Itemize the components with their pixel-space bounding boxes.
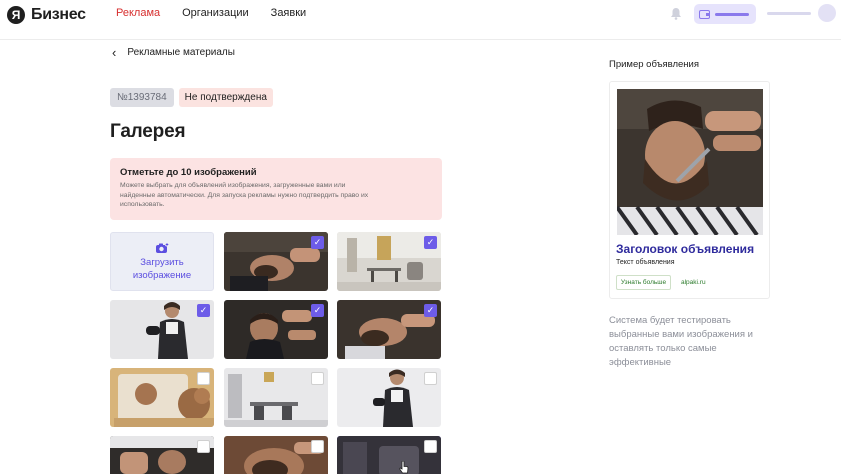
bell-icon[interactable] <box>670 7 682 20</box>
yandex-business-logo[interactable]: Я Бизнес <box>7 6 86 24</box>
hand-cursor-icon <box>399 461 409 474</box>
campaign-id-badge: №1393784 <box>110 88 174 107</box>
wallet-icon <box>699 9 710 19</box>
upload-image-button[interactable]: Загрузить изображение <box>110 232 214 291</box>
logo-text: Бизнес <box>31 6 86 23</box>
upload-label-line1: Загрузить <box>140 256 184 268</box>
top-header: Я Бизнес Реклама Организации Заявки <box>0 0 841 40</box>
nav-item-requests[interactable]: Заявки <box>271 7 307 19</box>
checkbox-checked[interactable]: ✓ <box>197 304 210 317</box>
gallery-tile[interactable]: ✓ <box>337 232 441 291</box>
checkbox-checked[interactable]: ✓ <box>424 304 437 317</box>
system-note: Система будет тестировать выбранные вами… <box>609 315 753 368</box>
account-name-placeholder <box>767 12 811 15</box>
balance-placeholder <box>715 12 749 16</box>
gallery-tile[interactable]: ✓ <box>337 300 441 359</box>
checkbox-unchecked[interactable] <box>424 372 437 385</box>
preview-title: Пример объявления <box>609 59 699 70</box>
gallery-tile[interactable]: ✓ <box>110 300 214 359</box>
ad-domain[interactable]: alpaki.ru <box>681 279 706 286</box>
status-badges: №1393784 Не подтверждена <box>110 88 273 107</box>
back-link[interactable]: ‹ Рекламные материалы <box>112 46 235 59</box>
gallery-tile[interactable] <box>224 436 328 474</box>
gallery-tile[interactable]: ✓ <box>224 300 328 359</box>
main-nav: Реклама Организации Заявки <box>116 7 306 19</box>
ad-preview-image <box>617 89 763 235</box>
notice-text: Можете выбрать для объявлений изображени… <box>120 182 369 208</box>
checkbox-checked[interactable]: ✓ <box>311 236 324 249</box>
nav-item-organizations[interactable]: Организации <box>182 7 249 19</box>
ad-text: Текст объявления <box>616 259 675 266</box>
checkbox-unchecked[interactable] <box>311 372 324 385</box>
gallery-tile[interactable] <box>110 436 214 474</box>
back-link-label: Рекламные материалы <box>127 47 235 58</box>
logo-mark: Я <box>7 6 25 24</box>
checkbox-unchecked[interactable] <box>311 440 324 453</box>
gallery-tile[interactable] <box>110 368 214 427</box>
page-title: Галерея <box>110 121 186 142</box>
nav-item-ads[interactable]: Реклама <box>116 7 160 19</box>
gallery-tile[interactable] <box>224 368 328 427</box>
upload-label-line2: изображение <box>132 269 192 281</box>
chevron-left-icon: ‹ <box>112 45 117 60</box>
status-badge: Не подтверждена <box>178 88 273 107</box>
checkbox-checked[interactable]: ✓ <box>424 236 437 249</box>
checkbox-unchecked[interactable] <box>197 372 210 385</box>
ad-preview-card <box>609 81 770 299</box>
ad-heading: Заголовок объявления <box>616 242 755 256</box>
balance-button[interactable] <box>694 4 756 24</box>
avatar[interactable] <box>818 4 836 22</box>
checkbox-unchecked[interactable] <box>424 440 437 453</box>
learn-more-button[interactable]: Узнать больше <box>616 275 671 290</box>
notice-title: Отметьте до 10 изображений <box>120 167 257 178</box>
checkbox-checked[interactable]: ✓ <box>311 304 324 317</box>
selection-notice: Отметьте до 10 изображений Можете выбрат… <box>110 158 442 220</box>
camera-plus-icon <box>156 242 169 253</box>
gallery-tile[interactable]: ✓ <box>224 232 328 291</box>
checkbox-unchecked[interactable] <box>197 440 210 453</box>
gallery-tile[interactable] <box>337 368 441 427</box>
gallery-tile-hovered[interactable] <box>337 436 441 474</box>
